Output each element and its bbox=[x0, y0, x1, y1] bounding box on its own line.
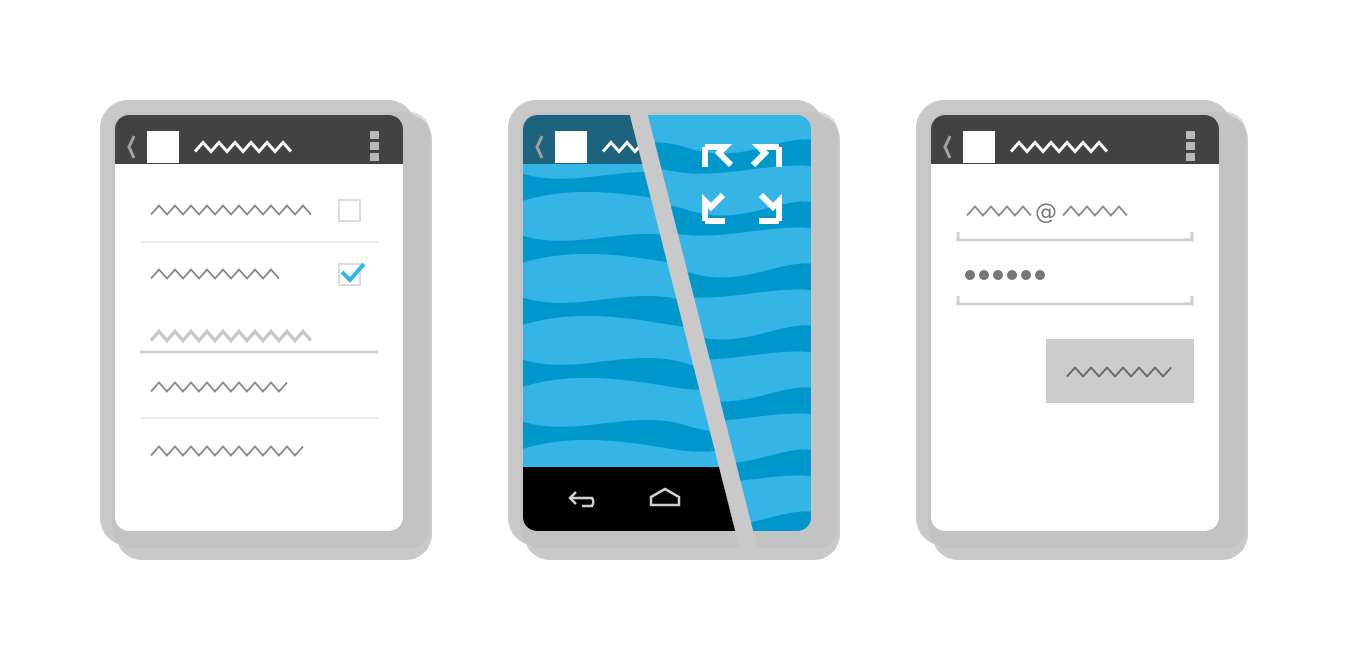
immersive-screen bbox=[523, 115, 811, 531]
device-screen bbox=[931, 115, 1219, 531]
overflow-dot bbox=[370, 153, 379, 161]
app-logo-icon bbox=[963, 131, 995, 163]
overflow-dot bbox=[1186, 153, 1195, 161]
password-dot bbox=[1007, 270, 1017, 280]
overflow-dot bbox=[1186, 142, 1195, 150]
overflow-dot bbox=[1186, 131, 1195, 139]
sign-in-button[interactable] bbox=[1046, 339, 1194, 403]
list-settings-phone bbox=[100, 100, 432, 560]
fullscreen-immersive-phone bbox=[508, 100, 840, 560]
overflow-menu-icon[interactable] bbox=[370, 131, 379, 161]
login-form-phone: @ bbox=[916, 100, 1248, 560]
app-logo-icon bbox=[147, 131, 179, 163]
overflow-dot bbox=[370, 142, 379, 150]
app-logo-icon bbox=[555, 131, 587, 163]
email-at-sign: @ bbox=[1035, 200, 1057, 225]
illustration-canvas: @ bbox=[100, 100, 1248, 560]
password-dot bbox=[979, 270, 989, 280]
password-dot bbox=[1021, 270, 1031, 280]
password-dot bbox=[993, 270, 1003, 280]
device-screen bbox=[115, 115, 403, 531]
password-dot bbox=[965, 270, 975, 280]
overflow-menu-icon[interactable] bbox=[1186, 131, 1195, 161]
overflow-dot bbox=[370, 131, 379, 139]
password-dot bbox=[1035, 270, 1045, 280]
